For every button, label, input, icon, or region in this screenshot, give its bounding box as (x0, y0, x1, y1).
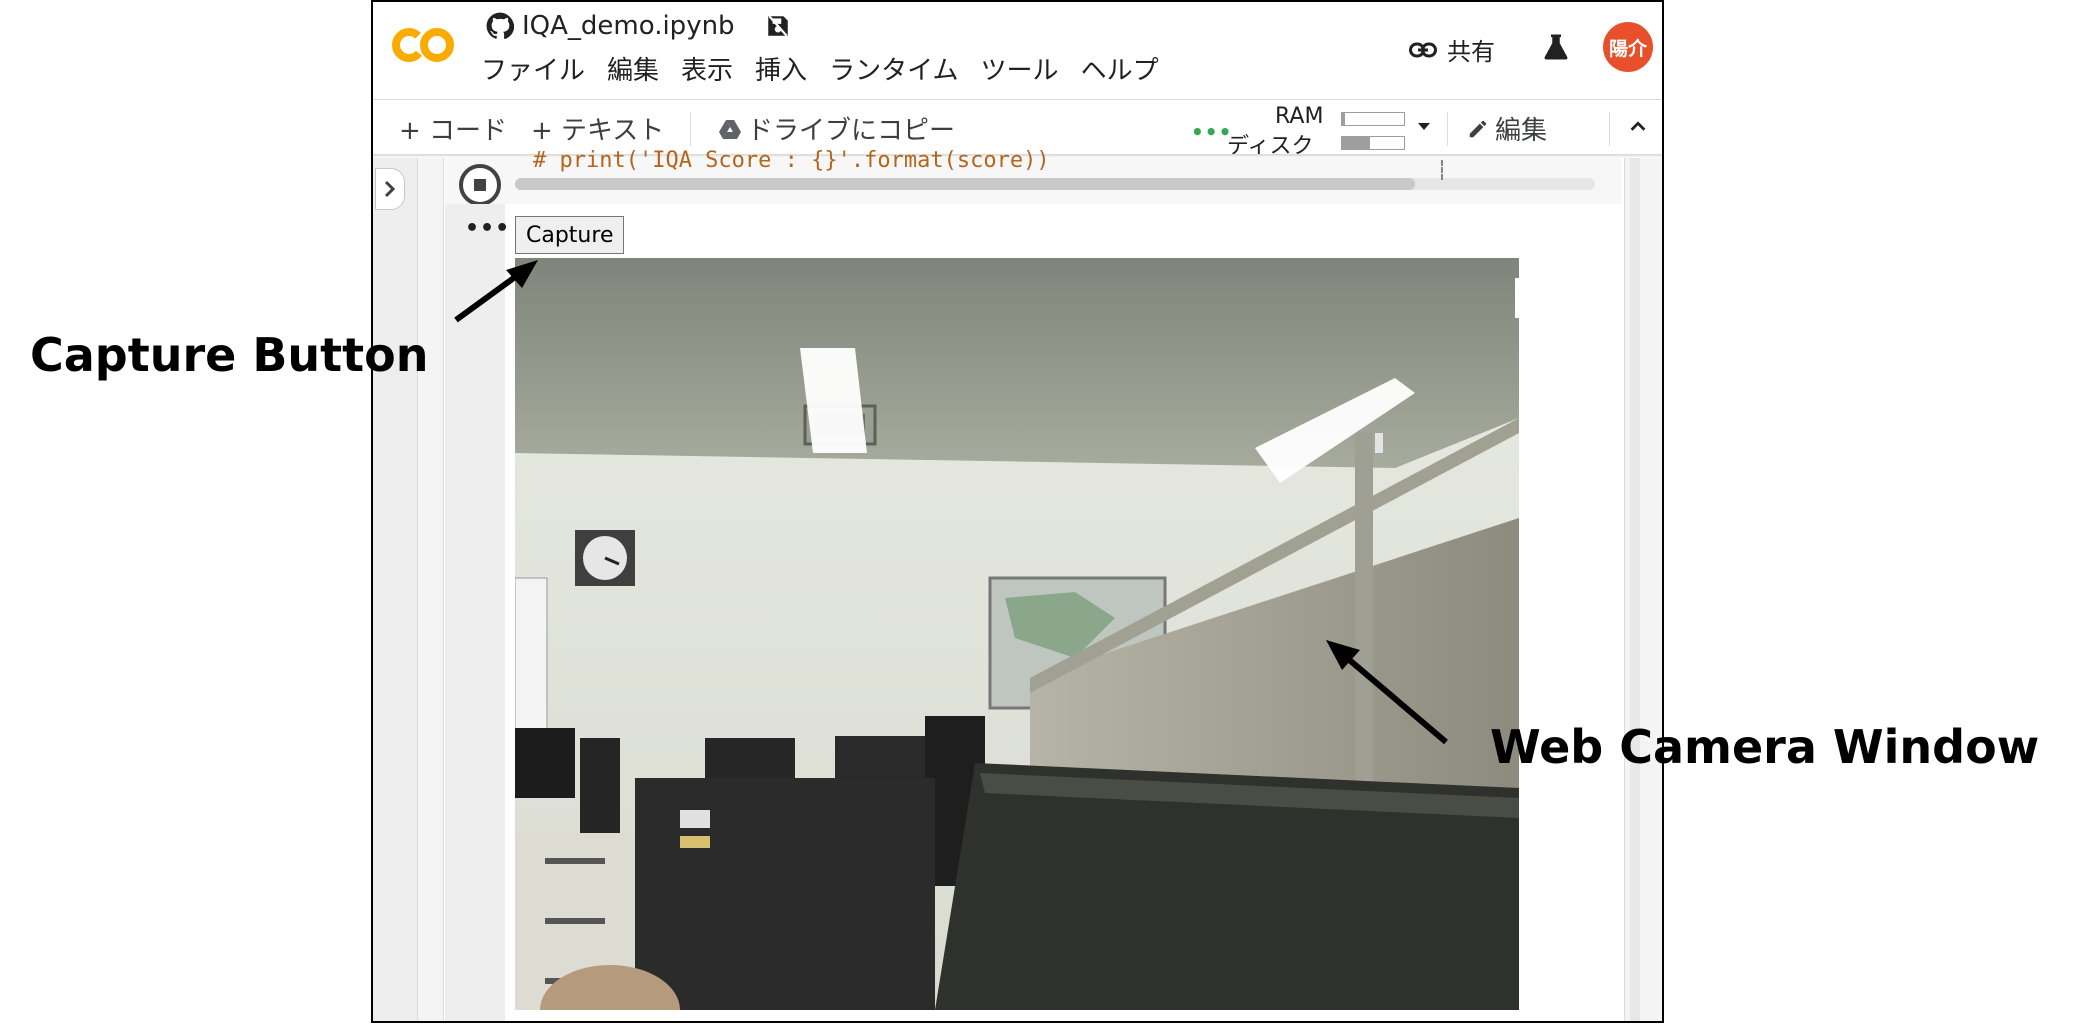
link-icon (1409, 42, 1437, 57)
chevron-right-icon (384, 180, 396, 198)
monitor (515, 728, 575, 798)
whiteboard (515, 577, 548, 739)
menu-runtime[interactable]: ランタイム (829, 50, 958, 87)
share-button[interactable]: 共有 (1409, 32, 1495, 67)
monitor (705, 738, 795, 778)
drawer-handle (545, 858, 605, 864)
output-gutter (445, 204, 505, 1021)
menu-edit[interactable]: 編集 (607, 50, 659, 87)
colab-window: IQA_demo.ipynb ファイル 編集 表示 挿入 ランタイム ツール ヘ… (371, 0, 1664, 1023)
code-comment-line[interactable]: # print('IQA Score : {}'.format(score)) (533, 148, 1050, 173)
webcam-video (515, 258, 1519, 1010)
sticker (680, 810, 710, 828)
copy-to-drive-label: ドライブにコピー (747, 116, 956, 146)
sticker (680, 836, 710, 848)
chevron-up-icon[interactable] (1627, 116, 1649, 138)
expand-sidebar-button[interactable] (375, 168, 405, 210)
share-label: 共有 (1447, 38, 1495, 66)
menu-tools[interactable]: ツール (981, 50, 1059, 87)
toolbar-divider (1447, 112, 1448, 146)
ram-meter-fill (1342, 113, 1346, 125)
pipe (1375, 433, 1383, 453)
drive-icon (719, 119, 741, 139)
add-code-button[interactable]: + コード (399, 110, 507, 147)
output-menu-icon[interactable]: ••• (465, 216, 510, 241)
avatar-text: 陽介 (1608, 37, 1647, 60)
capture-button-annotation: Capture Button (30, 328, 429, 382)
pc-tower (580, 738, 620, 833)
disk-meter[interactable] (1341, 136, 1405, 150)
capture-button[interactable]: Capture (515, 216, 625, 254)
menu-help[interactable]: ヘルプ (1081, 50, 1159, 87)
code-horizontal-scrollbar[interactable] (515, 178, 1595, 190)
edit-mode-label: 編集 (1495, 116, 1548, 146)
menu-view[interactable]: 表示 (681, 50, 733, 87)
ram-meter[interactable] (1341, 112, 1405, 126)
cell-scrollbar-track[interactable] (1630, 158, 1640, 1021)
toolbar-divider (1609, 112, 1610, 146)
disk-meter-fill (1342, 137, 1370, 149)
left-sidebar-rail (373, 158, 418, 1021)
toolbar-divider (690, 112, 691, 146)
notebook-title[interactable]: IQA_demo.ipynb (522, 11, 735, 41)
menu-bar: ファイル 編集 表示 挿入 ランタイム ツール ヘルプ (481, 50, 1159, 87)
runtime-dropdown-icon[interactable] (1416, 120, 1432, 132)
notebook-title-row: IQA_demo.ipynb (486, 8, 791, 44)
stop-icon (474, 179, 486, 191)
menu-insert[interactable]: 挿入 (755, 50, 807, 87)
ruler-guide (1441, 160, 1443, 180)
save-status-icon (767, 15, 788, 37)
github-icon[interactable] (486, 12, 514, 40)
copy-to-drive-button[interactable]: ドライブにコピー (719, 110, 955, 147)
web-camera-annotation: Web Camera Window (1490, 720, 2040, 774)
add-text-button[interactable]: + テキスト (531, 110, 664, 147)
menu-file[interactable]: ファイル (481, 50, 585, 87)
avatar[interactable]: 陽介 (1603, 22, 1653, 72)
drawer-handle (545, 918, 605, 924)
edit-mode-button[interactable]: 編集 (1467, 110, 1547, 147)
flask-icon[interactable] (1541, 32, 1571, 62)
capture-arrow-icon (454, 260, 538, 323)
pencil-icon (1469, 120, 1487, 137)
scrollbar-thumb[interactable] (515, 178, 1415, 190)
ram-label: RAM (1275, 104, 1324, 129)
ceiling-light (1515, 278, 1519, 318)
webcam-arrow-icon (1326, 640, 1448, 745)
colab-logo[interactable] (391, 24, 457, 66)
stop-execution-button[interactable] (459, 164, 501, 206)
